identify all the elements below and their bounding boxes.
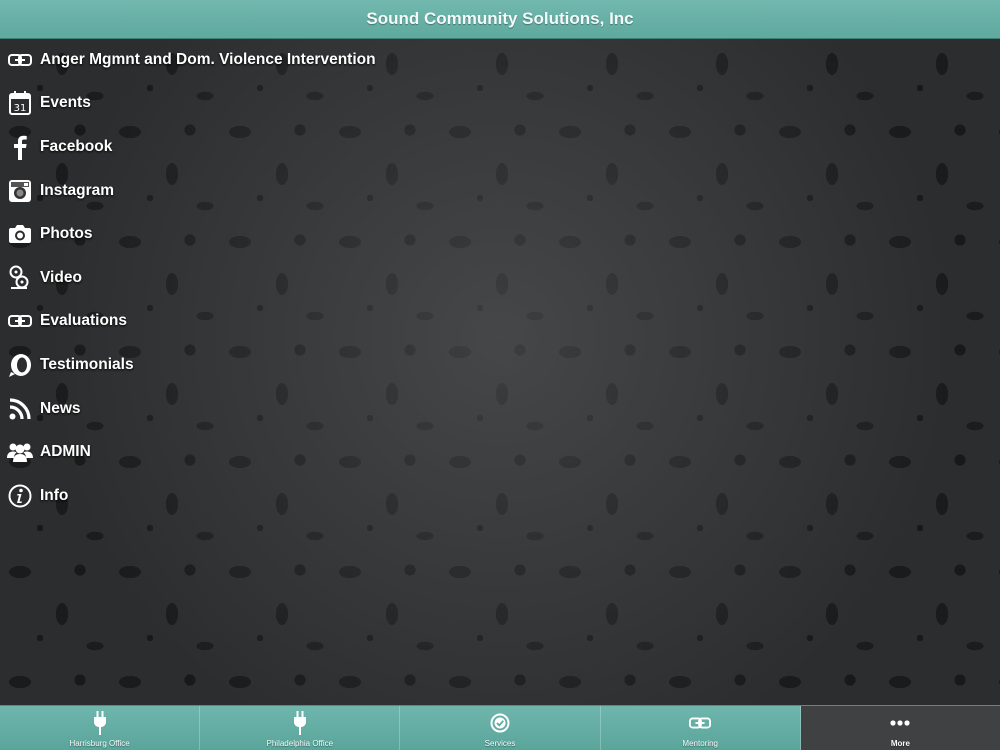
menu-item-info[interactable]: Info	[0, 474, 420, 518]
plug-icon	[293, 711, 307, 735]
menu-item-photos[interactable]: Photos	[0, 212, 420, 256]
menu-item-testimonials[interactable]: Testimonials	[0, 343, 420, 387]
tab-more[interactable]: More	[800, 706, 1000, 750]
film-icon	[7, 265, 33, 291]
menu-item-label: Testimonials	[40, 355, 134, 373]
link-icon	[689, 711, 712, 735]
page-title: Sound Community Solutions, Inc	[366, 9, 634, 28]
link-icon	[7, 47, 33, 73]
users-icon	[7, 439, 33, 465]
menu-item-events[interactable]: 31 Events	[0, 82, 420, 126]
menu-item-label: Photos	[40, 225, 93, 243]
menu-item-facebook[interactable]: Facebook	[0, 125, 420, 169]
menu-item-evaluations[interactable]: Evaluations	[0, 300, 420, 344]
menu-item-video[interactable]: Video	[0, 256, 420, 300]
facebook-icon	[7, 134, 33, 160]
menu-item-anger-management[interactable]: Anger Mgmnt and Dom. Violence Interventi…	[0, 38, 420, 82]
app-header: Sound Community Solutions, Inc	[0, 0, 1000, 39]
check-circle-icon	[490, 711, 510, 735]
plug-icon	[93, 711, 107, 735]
camera-icon	[7, 221, 33, 247]
calendar-icon: 31	[7, 90, 33, 116]
tab-services[interactable]: Services	[400, 706, 601, 750]
quote-icon	[7, 352, 33, 378]
menu-item-label: Info	[40, 486, 69, 504]
tab-label: Mentoring	[682, 739, 718, 748]
menu-item-label: News	[40, 399, 81, 417]
tab-label: Philadelphia Office	[266, 739, 334, 748]
menu-item-label: Events	[40, 94, 91, 112]
info-icon	[7, 483, 33, 509]
menu-list: Anger Mgmnt and Dom. Violence Interventi…	[0, 38, 420, 518]
menu-item-label: Anger Mgmnt and Dom. Violence Interventi…	[40, 50, 376, 68]
tab-mentoring[interactable]: Mentoring	[601, 706, 801, 750]
menu-item-news[interactable]: News	[0, 387, 420, 431]
tab-label: Harrisburg Office	[69, 739, 130, 748]
tab-harrisburg-office[interactable]: Harrisburg Office	[0, 706, 201, 750]
calendar-icon-text: 31	[14, 103, 27, 114]
rss-icon	[7, 396, 33, 422]
link-icon	[7, 308, 33, 334]
menu-item-label: ADMIN	[40, 443, 91, 461]
tab-label: Services	[484, 739, 516, 748]
menu-item-label: Video	[40, 268, 82, 286]
menu-item-instagram[interactable]: Instagram	[0, 169, 420, 213]
bottom-tab-bar: Harrisburg Office Philadelphia Office Se…	[0, 705, 1000, 750]
menu-item-label: Instagram	[40, 181, 115, 199]
menu-item-admin[interactable]: ADMIN	[0, 430, 420, 474]
more-dots-icon	[889, 711, 911, 735]
tab-label: More	[890, 739, 910, 748]
menu-item-label: Facebook	[40, 137, 113, 155]
menu-item-label: Evaluations	[40, 312, 127, 330]
instagram-icon	[7, 178, 33, 204]
tab-philadelphia-office[interactable]: Philadelphia Office	[200, 706, 401, 750]
